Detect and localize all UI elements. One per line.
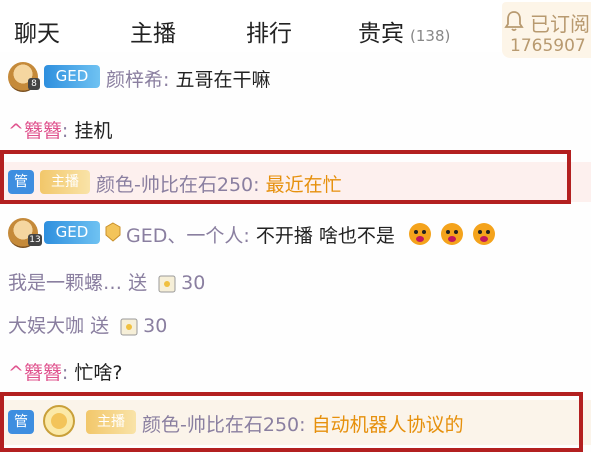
tab-chat[interactable]: 聊天 bbox=[14, 14, 60, 48]
tab-ranking[interactable]: 排行 bbox=[246, 14, 292, 48]
user-name[interactable]: 我是一颗螺… bbox=[8, 272, 122, 294]
message-text: 挂机 bbox=[74, 120, 113, 142]
bell-icon bbox=[504, 11, 524, 32]
chat-message: ^簪簪: 挂机 bbox=[0, 111, 591, 145]
message-text: 不开播 啥也不是 bbox=[255, 225, 395, 247]
user-name[interactable]: 颜梓希 bbox=[106, 69, 163, 91]
chat-message: ^簪簪: 忙啥? bbox=[0, 353, 591, 387]
gift-bag-icon bbox=[158, 275, 176, 293]
subscribe-button[interactable]: 已订阅 1765907 bbox=[502, 2, 591, 58]
user-name[interactable]: ^簪簪 bbox=[8, 362, 62, 384]
subscriber-count: 1765907 bbox=[510, 36, 586, 56]
tiger-face-emoji-icon bbox=[440, 223, 463, 245]
message-text: 五哥在干嘛 bbox=[175, 69, 271, 91]
vip-count: (138) bbox=[410, 27, 451, 45]
ged-badge: GED bbox=[44, 221, 100, 244]
name-separator: : bbox=[61, 362, 69, 384]
message-text: 忙啥? bbox=[74, 362, 123, 384]
highlight-frame bbox=[0, 150, 571, 204]
chat-message: 13 GED GED、一个人: 不开播 啥也不是 bbox=[0, 216, 591, 250]
highlight-frame bbox=[0, 392, 583, 452]
user-name[interactable]: 大娱大咖 bbox=[8, 315, 84, 337]
user-name[interactable]: ^簪簪 bbox=[8, 120, 62, 142]
chat-message: 8 GED 颜梓希: 五哥在干嘛 bbox=[0, 60, 591, 94]
subscribe-label: 已订阅 bbox=[530, 12, 590, 36]
tab-vip[interactable]: 贵宾 (138) bbox=[358, 14, 450, 48]
name-separator: : bbox=[163, 69, 170, 91]
gift-action: 送 bbox=[90, 315, 110, 337]
name-separator: : bbox=[61, 120, 69, 142]
gift-action: 送 bbox=[128, 272, 148, 294]
tab-vip-label: 贵宾 bbox=[358, 21, 404, 47]
gift-count: 30 bbox=[181, 272, 206, 294]
user-name[interactable]: GED、一个人 bbox=[126, 225, 243, 247]
tiger-face-emoji-icon bbox=[472, 223, 495, 245]
name-separator: : bbox=[243, 225, 250, 247]
ged-badge: GED bbox=[44, 65, 100, 88]
tiger-face-emoji-icon bbox=[408, 223, 431, 245]
chat-tab-bar: 聊天 主播 排行 贵宾 (138) 已订阅 1765907 bbox=[0, 0, 591, 58]
tab-anchor[interactable]: 主播 bbox=[130, 14, 176, 48]
level-badge: 13 bbox=[28, 234, 42, 246]
level-badge: 8 bbox=[28, 78, 40, 90]
fan-badge-icon bbox=[105, 222, 121, 242]
gift-count: 30 bbox=[143, 315, 168, 337]
gift-message: 我是一颗螺… 送 30 bbox=[0, 263, 591, 297]
gift-message: 大娱大咖 送 30 bbox=[0, 306, 591, 340]
gift-bag-icon bbox=[120, 318, 138, 336]
